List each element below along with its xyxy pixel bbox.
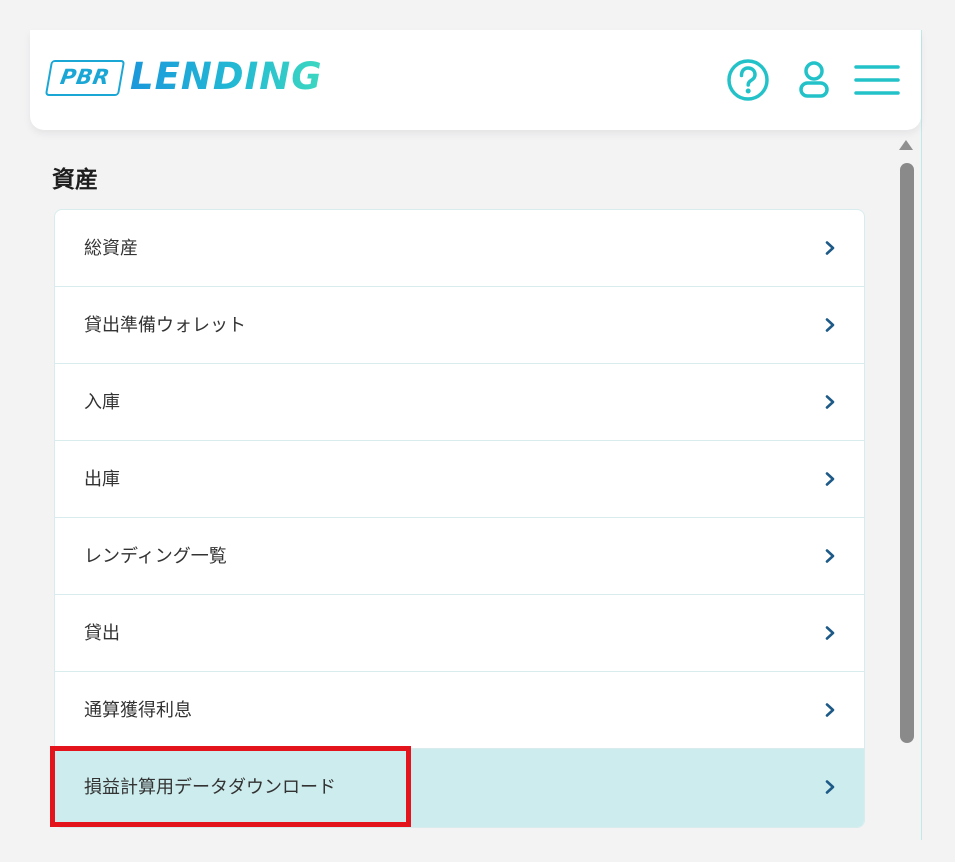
- menu-item-label: 通算獲得利息: [84, 700, 192, 721]
- scrollbar-thumb[interactable]: [900, 163, 914, 743]
- logo-badge-text: PBR: [58, 65, 112, 89]
- chevron-right-icon: [825, 318, 835, 332]
- menu-item-label: 貸出準備ウォレット: [84, 315, 246, 336]
- user-icon[interactable]: [790, 56, 838, 104]
- help-icon[interactable]: [724, 56, 772, 104]
- menu-item-lend[interactable]: 貸出: [55, 595, 864, 672]
- menu-item-label: 入庫: [84, 392, 120, 413]
- menu-item-total-assets[interactable]: 総資産: [55, 210, 864, 287]
- section-title: 資産: [52, 167, 98, 193]
- chevron-right-icon: [825, 703, 835, 717]
- hamburger-menu-icon[interactable]: [852, 56, 900, 104]
- chevron-right-icon: [825, 780, 835, 794]
- menu-item-lending-list[interactable]: レンディング一覧: [55, 518, 864, 595]
- menu-item-total-interest[interactable]: 通算獲得利息: [55, 672, 864, 749]
- logo-badge: PBR: [44, 60, 126, 96]
- menu-item-withdrawal[interactable]: 出庫: [55, 441, 864, 518]
- right-edge-line: [921, 30, 922, 840]
- menu-item-label: 損益計算用データダウンロード: [84, 777, 336, 798]
- chevron-right-icon: [825, 626, 835, 640]
- scrollbar-up-arrow[interactable]: [899, 140, 913, 150]
- chevron-right-icon: [825, 395, 835, 409]
- menu-item-lending-wallet[interactable]: 貸出準備ウォレット: [55, 287, 864, 364]
- menu-item-label: レンディング一覧: [84, 546, 227, 567]
- app-header: PBR LENDING: [30, 30, 921, 130]
- menu-item-label: 総資産: [84, 238, 138, 259]
- logo-text: LENDING: [130, 55, 323, 98]
- chevron-right-icon: [825, 241, 835, 255]
- menu-item-deposit[interactable]: 入庫: [55, 364, 864, 441]
- menu-item-pl-data-download[interactable]: 損益計算用データダウンロード: [55, 749, 864, 827]
- menu-item-label: 出庫: [84, 469, 120, 490]
- menu-item-label: 貸出: [84, 623, 120, 644]
- chevron-right-icon: [825, 549, 835, 563]
- asset-menu-list: 総資産 貸出準備ウォレット 入庫 出庫 レンディング一覧 貸出 通算獲得利息 損…: [54, 209, 865, 828]
- chevron-right-icon: [825, 472, 835, 486]
- app-frame: PBR LENDING 資産 総資産 貸出準備ウォレット 入庫 出庫 レンディン…: [0, 0, 955, 862]
